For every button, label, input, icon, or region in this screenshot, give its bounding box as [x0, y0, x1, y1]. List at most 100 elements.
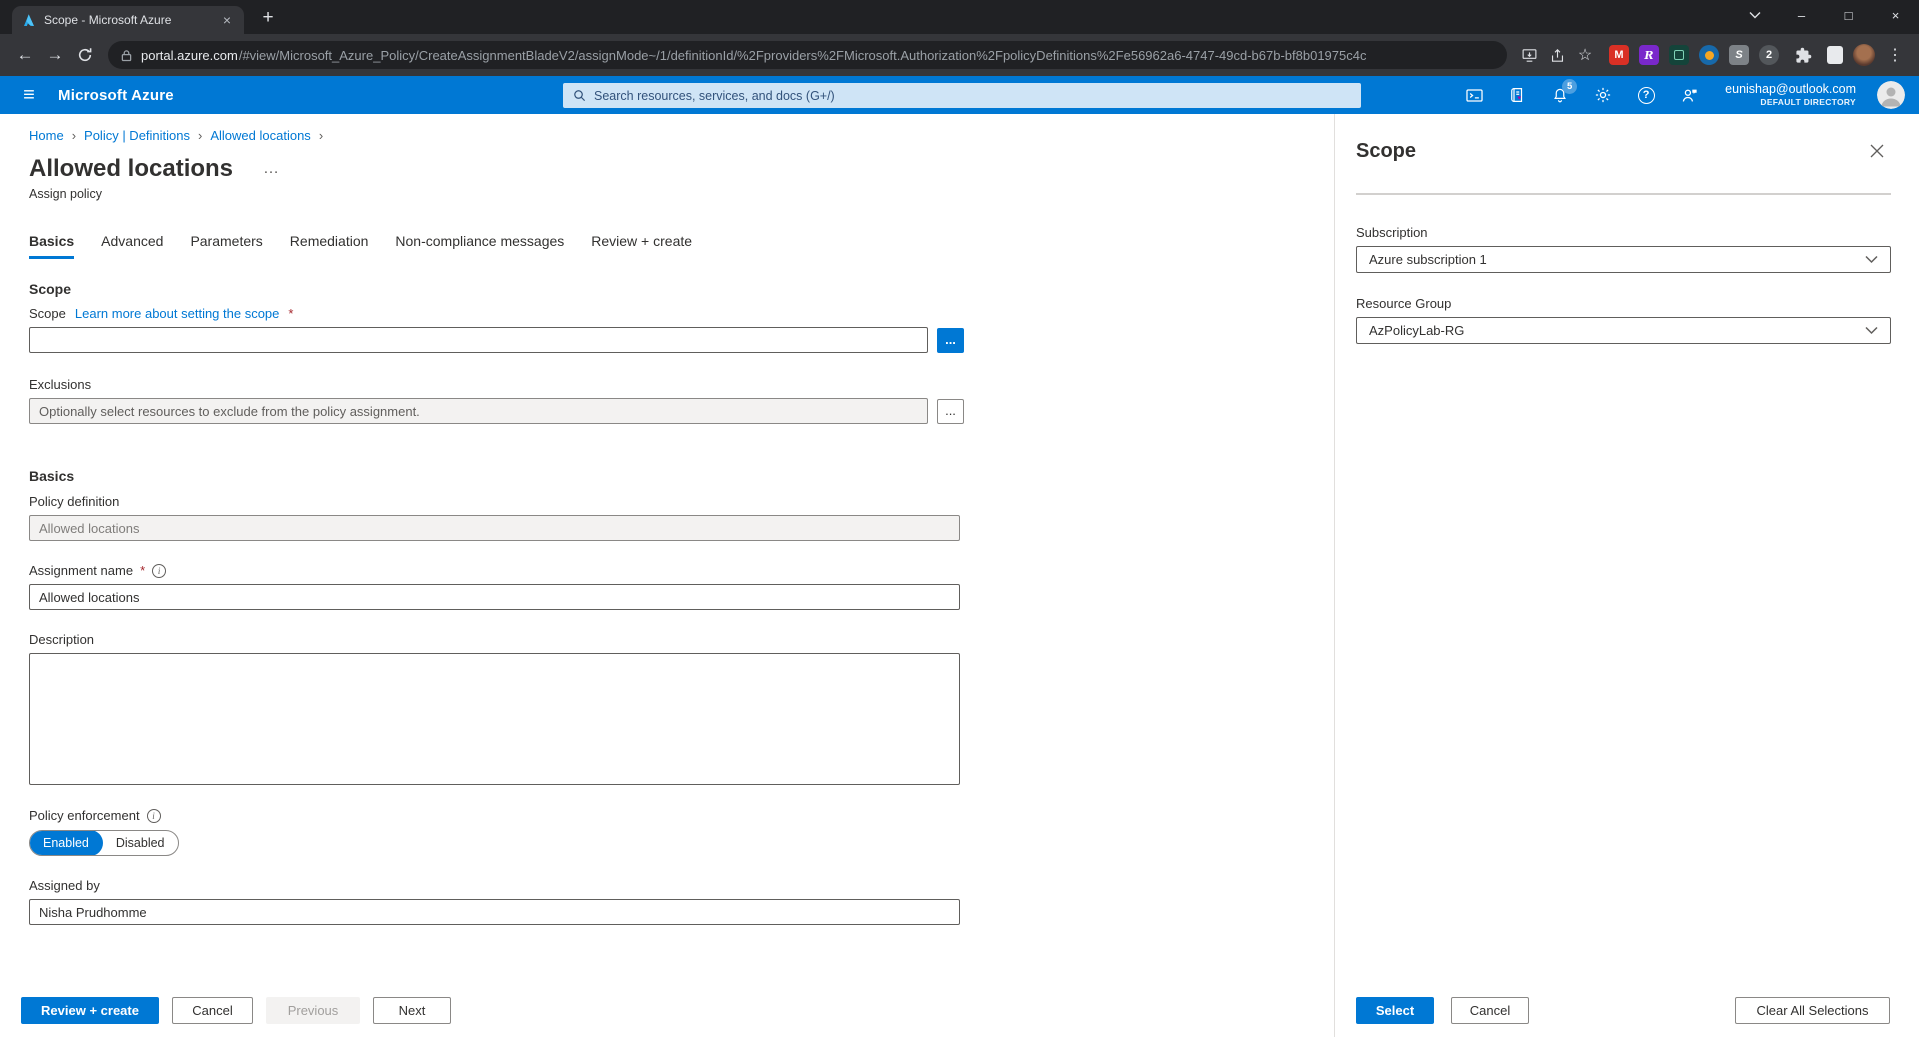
- maximize-icon[interactable]: □: [1825, 0, 1872, 30]
- extension-s-icon[interactable]: [1729, 45, 1749, 65]
- tab-remediation[interactable]: Remediation: [290, 233, 369, 259]
- assignment-name-input[interactable]: [29, 584, 960, 610]
- select-button[interactable]: Select: [1356, 997, 1434, 1024]
- new-tab-button[interactable]: +: [256, 7, 280, 29]
- wizard-footer: Review + create Cancel Previous Next: [21, 997, 451, 1024]
- scope-input[interactable]: [29, 327, 928, 353]
- account-directory: DEFAULT DIRECTORY: [1725, 97, 1856, 107]
- directory-filter-icon[interactable]: [1506, 84, 1528, 106]
- assigned-by-label: Assigned by: [29, 878, 100, 893]
- chevron-right-icon: [190, 128, 210, 143]
- browser-tab[interactable]: Scope - Microsoft Azure ×: [12, 6, 244, 34]
- scope-browse-button[interactable]: ...: [937, 328, 964, 353]
- browser-toolbar: ← → portal.azure.com/#view/Microsoft_Azu…: [0, 34, 1919, 76]
- enforcement-disabled-option[interactable]: Disabled: [103, 836, 178, 850]
- tab-advanced[interactable]: Advanced: [101, 233, 163, 259]
- search-icon: [573, 89, 586, 102]
- install-app-icon[interactable]: [1515, 41, 1543, 69]
- basics-section-heading: Basics: [29, 468, 1334, 484]
- close-window-icon[interactable]: ×: [1872, 0, 1919, 30]
- extension-badge2-icon[interactable]: [1759, 45, 1779, 65]
- required-asterisk: *: [288, 306, 293, 321]
- exclusions-input[interactable]: [29, 398, 928, 424]
- extension-mail-icon[interactable]: [1609, 45, 1629, 65]
- policy-enforcement-label: Policy enforcement: [29, 808, 140, 823]
- description-label: Description: [29, 632, 94, 647]
- chevron-right-icon: [311, 128, 331, 143]
- back-icon[interactable]: ←: [10, 40, 40, 70]
- browser-menu-icon[interactable]: ⋮: [1881, 41, 1909, 69]
- bookmark-star-icon[interactable]: ☆: [1571, 41, 1599, 69]
- breadcrumb: Home Policy | Definitions Allowed locati…: [29, 128, 1334, 143]
- extensions-puzzle-icon[interactable]: [1789, 41, 1817, 69]
- breadcrumb-allowed-locations[interactable]: Allowed locations: [210, 128, 310, 143]
- exclusions-browse-button[interactable]: ...: [937, 399, 964, 424]
- hamburger-menu-icon[interactable]: ≡: [0, 84, 58, 107]
- next-button[interactable]: Next: [373, 997, 451, 1024]
- tab-basics[interactable]: Basics: [29, 233, 74, 259]
- url-bar[interactable]: portal.azure.com/#view/Microsoft_Azure_P…: [108, 41, 1507, 69]
- notifications-bell-icon[interactable]: 5: [1549, 84, 1571, 106]
- forward-icon[interactable]: →: [40, 40, 70, 70]
- description-textarea[interactable]: [29, 653, 960, 785]
- lock-icon: [121, 49, 132, 62]
- policy-enforcement-toggle: Enabled Disabled: [29, 830, 179, 856]
- azure-brand[interactable]: Microsoft Azure: [58, 87, 174, 104]
- panel-cancel-button[interactable]: Cancel: [1451, 997, 1529, 1024]
- tab-parameters[interactable]: Parameters: [190, 233, 262, 259]
- azure-favicon: [21, 13, 36, 28]
- account-avatar[interactable]: [1877, 81, 1905, 109]
- browser-profile-avatar[interactable]: [1853, 44, 1875, 66]
- window-controls: – □ ×: [1731, 0, 1919, 30]
- chevron-down-icon: [1865, 326, 1878, 335]
- azure-header-actions: 5 ? eunishap@outlook.com DEFAULT DIRECTO…: [1463, 81, 1919, 109]
- enforcement-enabled-option[interactable]: Enabled: [29, 830, 103, 856]
- extension-green-icon[interactable]: [1669, 45, 1689, 65]
- subscription-value: Azure subscription 1: [1369, 252, 1487, 267]
- cancel-button[interactable]: Cancel: [172, 997, 253, 1024]
- subscription-dropdown[interactable]: Azure subscription 1: [1356, 246, 1891, 273]
- portal-content: Home Policy | Definitions Allowed locati…: [0, 114, 1919, 1037]
- tab-title: Scope - Microsoft Azure: [44, 13, 211, 27]
- url-path: /#view/Microsoft_Azure_Policy/CreateAssi…: [239, 48, 1367, 63]
- resource-group-dropdown[interactable]: AzPolicyLab-RG: [1356, 317, 1891, 344]
- breadcrumb-home[interactable]: Home: [29, 128, 64, 143]
- assigned-by-input[interactable]: [29, 899, 960, 925]
- account-info[interactable]: eunishap@outlook.com DEFAULT DIRECTORY: [1725, 82, 1856, 107]
- review-create-button[interactable]: Review + create: [21, 997, 159, 1024]
- global-search-input[interactable]: Search resources, services, and docs (G+…: [563, 83, 1361, 108]
- feedback-icon[interactable]: [1678, 84, 1700, 106]
- clear-all-selections-button[interactable]: Clear All Selections: [1735, 997, 1890, 1024]
- extension-avatar-icon[interactable]: [1699, 45, 1719, 65]
- settings-gear-icon[interactable]: [1592, 84, 1614, 106]
- tab-review-create[interactable]: Review + create: [591, 233, 692, 259]
- chevron-down-icon[interactable]: [1731, 0, 1778, 30]
- page-subtitle: Assign policy: [29, 187, 1334, 201]
- scope-panel-title: Scope: [1356, 140, 1416, 163]
- subscription-label: Subscription: [1356, 225, 1891, 240]
- info-icon: [147, 809, 161, 823]
- tab-close-icon[interactable]: ×: [219, 12, 235, 28]
- help-icon[interactable]: ?: [1635, 84, 1657, 106]
- assign-policy-pane: Home Policy | Definitions Allowed locati…: [0, 114, 1334, 1037]
- share-icon[interactable]: [1543, 41, 1571, 69]
- minimize-icon[interactable]: –: [1778, 0, 1825, 30]
- previous-button[interactable]: Previous: [266, 997, 360, 1024]
- cloud-shell-icon[interactable]: [1463, 84, 1485, 106]
- scope-learn-more-link[interactable]: Learn more about setting the scope: [75, 306, 280, 321]
- search-placeholder: Search resources, services, and docs (G+…: [594, 89, 835, 103]
- extension-page-icon[interactable]: [1827, 46, 1843, 64]
- resource-group-value: AzPolicyLab-RG: [1369, 323, 1464, 338]
- breadcrumb-policy-definitions[interactable]: Policy | Definitions: [84, 128, 190, 143]
- chevron-right-icon: [64, 128, 84, 143]
- policy-definition-input: [29, 515, 960, 541]
- panel-divider: [1356, 193, 1891, 195]
- more-options-icon[interactable]: …: [263, 160, 280, 178]
- azure-header: ≡ Microsoft Azure Search resources, serv…: [0, 76, 1919, 114]
- notification-badge: 5: [1562, 79, 1577, 94]
- account-email: eunishap@outlook.com: [1725, 82, 1856, 97]
- tab-non-compliance-messages[interactable]: Non-compliance messages: [395, 233, 564, 259]
- close-panel-icon[interactable]: [1870, 144, 1884, 163]
- extension-r-icon[interactable]: [1639, 45, 1659, 65]
- reload-icon[interactable]: [70, 40, 100, 70]
